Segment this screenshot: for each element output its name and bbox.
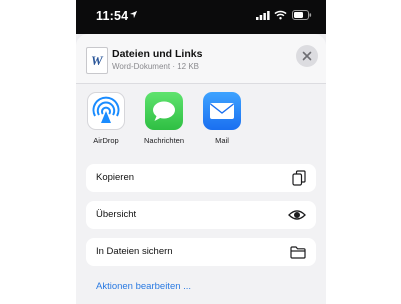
copy-icon <box>292 170 306 186</box>
share-sheet-header: W Dateien und Links Word-Dokument · 12 K… <box>76 34 326 84</box>
share-apps-row: AirDrop Nachrichten Mail <box>76 92 326 154</box>
action-save-to-files[interactable]: In Dateien sichern <box>86 238 316 266</box>
status-bar: 11:54 <box>76 0 326 34</box>
share-app-airdrop[interactable]: AirDrop <box>80 92 132 145</box>
file-title: Dateien und Links <box>112 48 203 60</box>
edit-actions-link[interactable]: Aktionen bearbeiten ... <box>96 281 191 292</box>
action-label: In Dateien sichern <box>96 246 173 257</box>
share-app-mail[interactable]: Mail <box>196 92 248 145</box>
status-time: 11:54 <box>96 9 129 23</box>
airdrop-icon <box>87 92 125 130</box>
share-app-messages[interactable]: Nachrichten <box>138 92 190 145</box>
word-document-icon: W <box>86 47 108 74</box>
close-icon <box>302 51 312 61</box>
folder-icon <box>290 246 306 259</box>
location-arrow-icon <box>129 10 138 19</box>
action-label: Übersicht <box>96 209 137 220</box>
word-document-letter: W <box>91 53 103 68</box>
phone-screen: 11:54 W Dateien und Links Word-Dokument … <box>76 0 326 304</box>
file-subtitle: Word-Dokument · 12 KB <box>112 62 199 71</box>
battery-icon <box>292 10 312 20</box>
wifi-icon <box>274 10 287 20</box>
action-copy[interactable]: Kopieren <box>86 164 316 192</box>
share-app-label: Nachrichten <box>143 136 185 145</box>
close-button[interactable] <box>296 45 318 67</box>
share-app-label: AirDrop <box>93 136 119 145</box>
action-label: Kopieren <box>96 172 135 183</box>
action-overview[interactable]: Übersicht <box>86 201 316 229</box>
eye-icon <box>288 210 306 220</box>
share-app-label: Mail <box>215 136 229 145</box>
messages-icon <box>145 92 183 130</box>
mail-icon <box>203 92 241 130</box>
share-sheet: W Dateien und Links Word-Dokument · 12 K… <box>76 34 326 304</box>
signal-icon <box>256 11 270 20</box>
